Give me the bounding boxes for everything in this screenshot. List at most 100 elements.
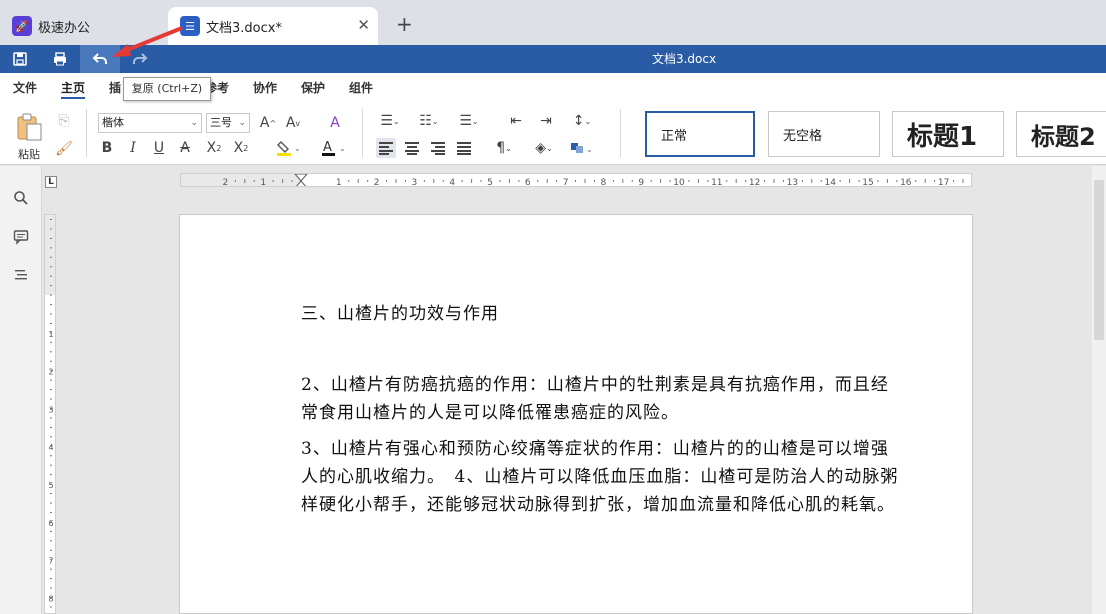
ruler-number: 7	[48, 557, 53, 566]
document-heading[interactable]: 三、山楂片的功效与作用	[301, 299, 901, 324]
underline-icon[interactable]: U	[150, 139, 168, 157]
separator	[620, 109, 621, 157]
undo-tooltip: 复原 (Ctrl+Z)	[123, 77, 211, 101]
italic-icon[interactable]: I	[124, 139, 142, 157]
navigation-icon[interactable]	[12, 266, 30, 284]
ruler-tick	[631, 180, 633, 182]
ruler-tick	[518, 180, 520, 182]
ruler-number: 12	[749, 178, 760, 187]
tab-stop-selector[interactable]: L	[45, 176, 57, 188]
subscript-icon[interactable]: X2	[230, 139, 252, 157]
line-spacing-icon[interactable]: ↕ ⌄	[568, 112, 596, 130]
format-painter-icon[interactable]: 🖌	[55, 141, 73, 157]
ruler-tick	[50, 304, 52, 306]
ruler-number: 4	[449, 178, 455, 187]
vertical-ruler[interactable]: 1 2 3 4 5 6 7 8	[44, 214, 56, 614]
ruler-tick	[50, 398, 52, 400]
font-name-select[interactable]: 楷体 ⌄	[98, 113, 202, 133]
style-heading2[interactable]: 标题2	[1016, 111, 1106, 157]
decrease-font-icon[interactable]: Av	[283, 113, 303, 133]
numbered-list-icon[interactable]: ☷ ⌄	[415, 112, 443, 130]
menu-protect[interactable]: 保护	[301, 79, 325, 96]
highlight-color-icon[interactable]: ⌄	[275, 139, 301, 157]
align-left-icon[interactable]	[376, 138, 396, 158]
close-icon[interactable]: ✕	[357, 16, 370, 34]
ruler-tick	[50, 351, 52, 353]
ruler-tick	[556, 180, 558, 182]
paragraph-mark-icon[interactable]: ¶ ⌄	[490, 138, 518, 158]
ruler-number: 5	[487, 178, 493, 187]
style-heading1[interactable]: 标题1	[892, 111, 1004, 157]
paste-icon[interactable]	[14, 111, 44, 143]
ruler-tick	[50, 606, 52, 608]
ruler-tick	[669, 180, 671, 182]
paragraph[interactable]: 3、山楂片有强心和预防心绞痛等症状的作用：山楂片的的山楂是可以增强人的心肌收缩力…	[301, 435, 901, 519]
chevron-down-icon: ⌄	[190, 118, 198, 128]
ruler-number: 1	[48, 330, 53, 339]
menu-insert[interactable]: 插	[109, 79, 121, 96]
menu-plugins[interactable]: 组件	[349, 79, 373, 96]
bullet-list-icon[interactable]: ☰ ⌄	[376, 112, 404, 130]
ruler-tick	[253, 180, 255, 182]
scrollbar-thumb[interactable]	[1094, 180, 1104, 340]
ruler-tick	[50, 341, 52, 343]
copy-icon[interactable]: ⎘	[56, 113, 72, 129]
ruler-tick	[707, 180, 709, 182]
svg-text:⌄: ⌄	[339, 144, 346, 153]
increase-font-icon[interactable]: A ^	[258, 113, 278, 133]
style-normal[interactable]: 正常	[645, 111, 755, 157]
ruler-tick	[924, 179, 926, 183]
paragraph[interactable]: 2、山楂片有防癌抗癌的作用：山楂片中的牡荆素是具有抗癌作用，而且经常食用山楂片的…	[301, 371, 901, 427]
ruler-number: 8	[601, 178, 607, 187]
ruler-tick	[50, 360, 52, 362]
ruler-tick	[537, 180, 539, 182]
justify-icon[interactable]	[454, 138, 474, 158]
new-tab-plus-icon[interactable]: +	[396, 14, 413, 34]
menu-file[interactable]: 文件	[13, 79, 37, 96]
ruler-number: 15	[862, 178, 873, 187]
ruler-tick	[650, 180, 652, 182]
ruler-tick	[50, 455, 52, 457]
ruler-tick	[697, 179, 699, 183]
align-center-icon[interactable]	[402, 138, 422, 158]
ruler-tick	[612, 180, 614, 182]
ruler-tick	[801, 180, 803, 182]
ruler-tick	[896, 180, 898, 182]
ruler-tick	[50, 511, 52, 513]
superscript-icon[interactable]: X2	[203, 139, 225, 157]
ruler-tick	[423, 180, 425, 182]
ruler-tick	[764, 180, 766, 182]
align-right-icon[interactable]	[428, 138, 448, 158]
active-tab-indicator	[61, 97, 85, 99]
shading-icon[interactable]: ◈ ⌄	[530, 138, 558, 158]
ruler-number: 2	[48, 368, 53, 377]
ruler-tick	[471, 179, 473, 183]
strikethrough-icon[interactable]: A	[176, 139, 194, 157]
ruler-tick	[386, 180, 388, 182]
decrease-indent-icon[interactable]: ⇤	[506, 112, 526, 130]
ruler-tick	[858, 180, 860, 182]
document-page[interactable]: 三、山楂片的功效与作用 2、山楂片有防癌抗癌的作用：山楂片中的牡荆素是具有抗癌作…	[179, 214, 973, 614]
ruler-number: 16	[900, 178, 912, 187]
style-no-spacing[interactable]: 无空格	[768, 111, 880, 157]
increase-indent-icon[interactable]: ⇥	[536, 112, 556, 130]
comment-icon[interactable]	[12, 228, 30, 246]
search-icon[interactable]	[12, 189, 30, 207]
ruler-tick	[735, 179, 737, 183]
horizontal-ruler[interactable]: 2 1 1 2 3 4 5 6 7 8 9 10 11 12 13 14 15 16 17	[180, 173, 972, 187]
ruler-tick	[50, 474, 52, 476]
ruler-tick	[404, 180, 406, 182]
separator	[362, 109, 363, 157]
ruler-tick	[50, 578, 52, 580]
vertical-scrollbar[interactable]	[1092, 166, 1106, 614]
clear-format-icon[interactable]: A	[325, 113, 345, 133]
font-size-select[interactable]: 三号 ⌄	[206, 113, 250, 133]
borders-icon[interactable]: ⌄	[568, 138, 596, 158]
ruler-tick	[367, 180, 369, 182]
menu-home[interactable]: 主页	[61, 79, 85, 96]
menu-collaborate[interactable]: 协作	[253, 79, 277, 96]
font-color-icon[interactable]: A ⌄	[320, 139, 348, 157]
document-body[interactable]: 2、山楂片有防癌抗癌的作用：山楂片中的牡荆素是具有抗癌作用，而且经常食用山楂片的…	[301, 371, 901, 527]
bold-icon[interactable]: B	[98, 139, 116, 157]
multilevel-list-icon[interactable]: ☰ ⌄	[455, 112, 483, 130]
